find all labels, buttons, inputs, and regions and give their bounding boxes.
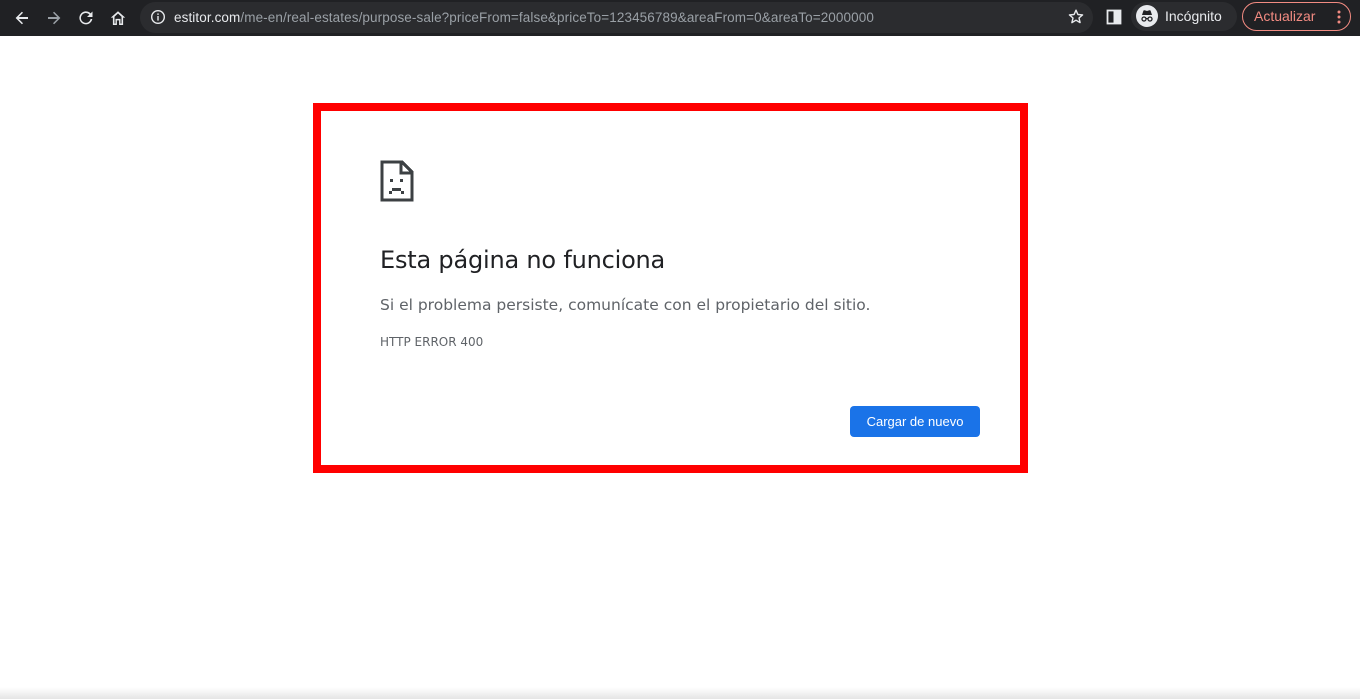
- error-title: Esta página no funciona: [380, 246, 666, 274]
- sad-page-icon: [380, 160, 414, 202]
- reload-icon: [79, 11, 93, 25]
- error-code: HTTP ERROR 400: [380, 335, 484, 349]
- back-button[interactable]: [8, 4, 36, 32]
- forward-button[interactable]: [40, 4, 68, 32]
- home-icon: [110, 11, 126, 25]
- browser-toolbar: estitor.com/me-en/real-estates/purpose-s…: [0, 0, 1360, 36]
- reload-button[interactable]: [72, 4, 100, 32]
- address-bar[interactable]: estitor.com/me-en/real-estates/purpose-s…: [140, 2, 1093, 33]
- incognito-label: Incógnito: [1165, 8, 1222, 24]
- info-icon[interactable]: [150, 9, 166, 25]
- side-panel-icon[interactable]: [1104, 7, 1124, 27]
- reload-page-button[interactable]: Cargar de nuevo: [850, 406, 980, 437]
- arrow-left-icon: [15, 11, 28, 25]
- arrow-right-icon: [48, 11, 61, 25]
- update-label: Actualizar: [1254, 8, 1316, 24]
- url-text[interactable]: estitor.com/me-en/real-estates/purpose-s…: [174, 2, 874, 33]
- incognito-indicator[interactable]: Incógnito: [1131, 2, 1237, 31]
- kebab-menu-icon[interactable]: [1337, 10, 1341, 24]
- error-description: Si el problema persiste, comunícate con …: [380, 296, 871, 314]
- home-button[interactable]: [104, 4, 132, 32]
- bottom-shadow: [0, 687, 1360, 699]
- url-host: estitor.com: [174, 10, 241, 25]
- page-content: Esta página no funciona Si el problema p…: [0, 36, 1360, 699]
- incognito-icon: [1136, 5, 1158, 27]
- update-button[interactable]: Actualizar: [1242, 2, 1351, 31]
- url-path: /me-en/real-estates/purpose-sale?priceFr…: [240, 10, 874, 25]
- star-icon[interactable]: [1067, 8, 1085, 26]
